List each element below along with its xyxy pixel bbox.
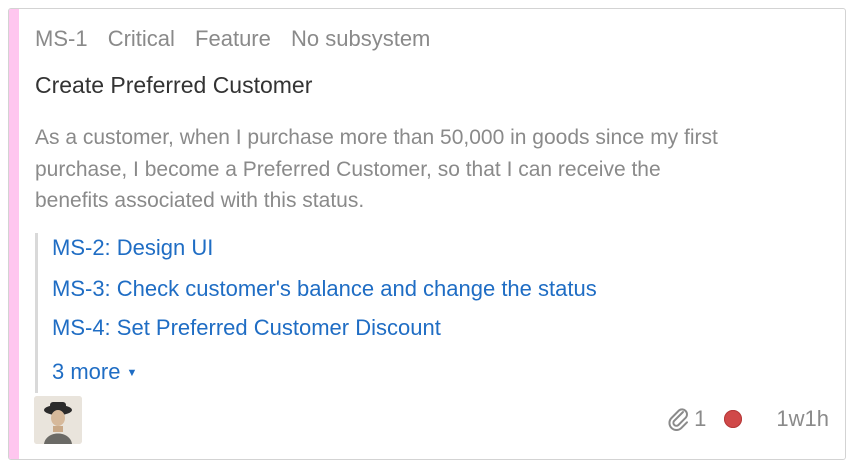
issue-meta: MS-1 Critical Feature No subsystem — [35, 26, 444, 52]
status-dot-icon — [724, 410, 743, 428]
issue-type[interactable]: Feature — [195, 26, 271, 51]
more-label: 3 more — [52, 359, 121, 384]
color-stripe — [9, 9, 19, 459]
issue-key[interactable]: MS-1 — [35, 26, 88, 51]
subtask-link[interactable]: MS-2: Design UI — [52, 235, 213, 261]
subtask-link[interactable]: MS-4: Set Preferred Customer Discount — [52, 315, 441, 341]
issue-card[interactable]: MS-1 Critical Feature No subsystem Creat… — [8, 8, 846, 460]
description-line: benefits associated with this status. — [35, 189, 365, 212]
avatar[interactable] — [34, 396, 82, 444]
subtask-link[interactable]: MS-3: Check customer's balance and chang… — [52, 276, 597, 302]
description-line: As a customer, when I purchase more than… — [35, 126, 718, 149]
issue-priority[interactable]: Critical — [108, 26, 175, 51]
issue-subsystem[interactable]: No subsystem — [291, 26, 430, 51]
chevron-down-icon: ▼ — [126, 367, 138, 380]
attachments-count: 1 — [694, 406, 707, 431]
card-footer: 1 1w1h — [666, 406, 829, 432]
time-estimate: 1w1h — [776, 406, 829, 431]
issue-description: As a customer, when I purchase more than… — [35, 122, 835, 217]
subtask-list: MS-2: Design UI MS-3: Check customer's b… — [35, 233, 828, 393]
show-more-subtasks[interactable]: 3 more ▼ — [52, 359, 137, 385]
description-line: purchase, I become a Preferred Customer,… — [35, 157, 661, 181]
paperclip-icon — [666, 406, 692, 432]
issue-title[interactable]: Create Preferred Customer — [35, 72, 312, 99]
